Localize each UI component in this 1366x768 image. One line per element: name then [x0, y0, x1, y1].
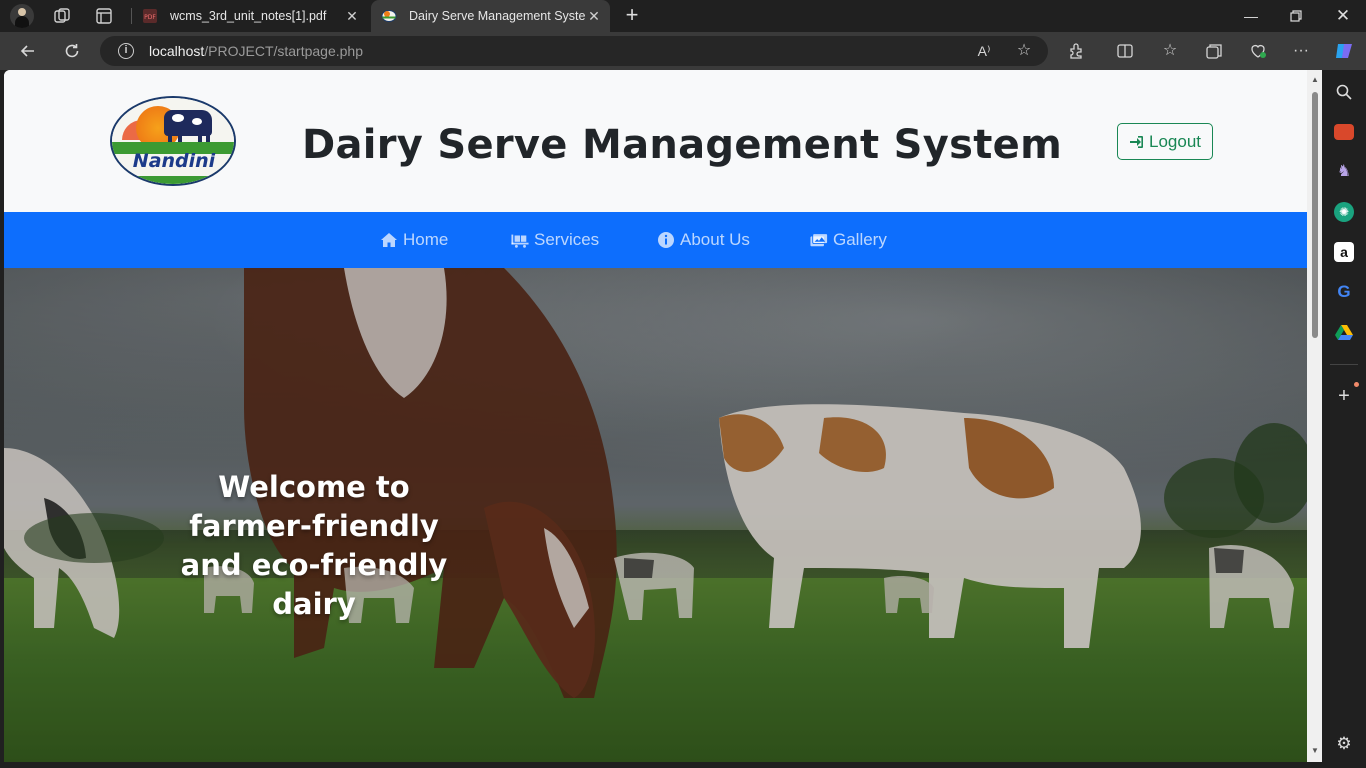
- workspaces-icon[interactable]: [52, 6, 72, 26]
- page-viewport: Nandini Dairy Serve Management System Lo…: [4, 70, 1322, 762]
- nav-label: Home: [403, 230, 449, 249]
- address-bar[interactable]: i localhost/PROJECT/startpage.php A⁾ ☆: [100, 36, 1048, 66]
- refresh-button[interactable]: [62, 41, 82, 61]
- site-favicon: [381, 8, 397, 24]
- site-info-icon[interactable]: i: [118, 43, 134, 59]
- nav-label: About Us: [680, 230, 750, 249]
- close-tab-icon[interactable]: ✕: [344, 8, 360, 25]
- more-menu-icon[interactable]: ···: [1291, 41, 1311, 61]
- gallery-icon: [810, 233, 828, 247]
- copilot-icon[interactable]: [1333, 40, 1355, 62]
- sign-in-icon: [1130, 135, 1143, 148]
- page-scrollbar[interactable]: ▲ ▼: [1307, 70, 1322, 762]
- favorites-icon[interactable]: ☆: [1160, 41, 1180, 61]
- back-button[interactable]: [18, 41, 38, 61]
- scroll-up-arrow-icon[interactable]: ▲: [1310, 75, 1320, 85]
- read-aloud-icon[interactable]: A⁾: [974, 41, 994, 61]
- notification-dot: [1354, 382, 1359, 387]
- edge-sidebar: ♞ ✺ a G + ⚙: [1322, 70, 1366, 768]
- search-icon[interactable]: [1334, 82, 1354, 102]
- close-window-button[interactable]: ✕: [1333, 6, 1353, 26]
- tab-title: Dairy Serve Management System: [409, 9, 586, 23]
- settings-icon[interactable]: ⚙: [1334, 734, 1354, 754]
- tab-title: wcms_3rd_unit_notes[1].pdf: [170, 9, 327, 23]
- url-text[interactable]: localhost/PROJECT/startpage.php: [149, 43, 363, 59]
- drive-icon[interactable]: [1334, 322, 1354, 342]
- extensions-icon[interactable]: [1067, 41, 1087, 61]
- nav-home[interactable]: Home: [380, 212, 448, 268]
- tab-actions-icon[interactable]: [94, 6, 114, 26]
- nav-services[interactable]: Services: [511, 212, 599, 268]
- tab-pdf[interactable]: PDF wcms_3rd_unit_notes[1].pdf ✕: [132, 0, 368, 32]
- hero-heading: Welcome to farmer-friendly and eco-frien…: [180, 470, 448, 621]
- browser-essentials-icon[interactable]: [1248, 41, 1268, 61]
- scrollbar-thumb[interactable]: [1312, 92, 1318, 338]
- logout-label: Logout: [1149, 131, 1201, 151]
- truck-icon: [511, 234, 529, 248]
- info-icon: [658, 232, 674, 248]
- home-icon: [381, 233, 397, 247]
- svg-text:PDF: PDF: [144, 14, 156, 21]
- nav-about-us[interactable]: About Us: [657, 212, 750, 268]
- browser-toolbar: i localhost/PROJECT/startpage.php A⁾ ☆ ☆…: [0, 32, 1366, 70]
- hero-banner: Welcome to farmer-friendly and eco-frien…: [4, 268, 1307, 762]
- split-screen-icon[interactable]: [1115, 41, 1135, 61]
- amazon-icon[interactable]: a: [1334, 242, 1354, 262]
- new-tab-button[interactable]: +: [620, 4, 644, 28]
- tab-dairy-serve[interactable]: Dairy Serve Management System ✕: [371, 0, 610, 32]
- nav-gallery[interactable]: Gallery: [810, 212, 887, 268]
- collections-icon[interactable]: [1204, 41, 1224, 61]
- site-header: Nandini Dairy Serve Management System Lo…: [4, 70, 1307, 212]
- minimize-button[interactable]: —: [1241, 6, 1261, 26]
- logout-button[interactable]: Logout: [1117, 123, 1213, 160]
- toolbox-icon[interactable]: [1334, 124, 1354, 140]
- profile-avatar[interactable]: [10, 4, 34, 28]
- chatgpt-icon[interactable]: ✺: [1334, 202, 1354, 222]
- close-tab-icon[interactable]: ✕: [586, 8, 602, 25]
- browser-tab-bar: PDF wcms_3rd_unit_notes[1].pdf ✕ Dairy S…: [0, 0, 1366, 32]
- google-icon[interactable]: G: [1334, 282, 1354, 302]
- restore-button[interactable]: [1286, 6, 1306, 26]
- scroll-down-arrow-icon[interactable]: ▼: [1310, 746, 1320, 756]
- add-icon[interactable]: +: [1334, 386, 1354, 406]
- nav-label: Services: [534, 230, 600, 249]
- main-navbar: Home Services About Us Gallery: [4, 212, 1307, 268]
- chess-icon[interactable]: ♞: [1334, 162, 1354, 182]
- sidebar-separator: [1330, 364, 1358, 365]
- nav-label: Gallery: [833, 230, 887, 249]
- pdf-icon: PDF: [142, 8, 158, 24]
- favorite-star-icon[interactable]: ☆: [1014, 41, 1034, 61]
